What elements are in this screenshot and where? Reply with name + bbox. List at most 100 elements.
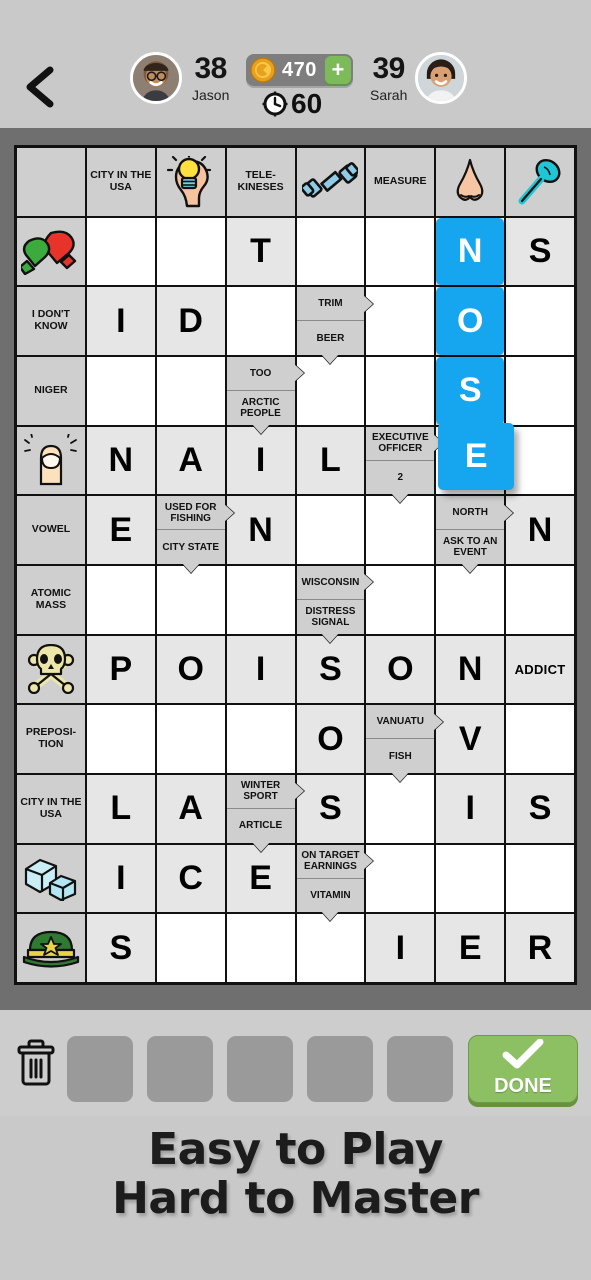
split-clue: USED FOR FISHING CITY STATE [156, 496, 234, 573]
grid-cell-r11-c3[interactable] [226, 914, 295, 982]
grid-cell-r11-c2[interactable] [156, 914, 225, 982]
grid-cell-r6-c5[interactable] [366, 565, 435, 634]
rack-slot-4[interactable] [307, 1036, 373, 1102]
crossword-grid[interactable]: CITY IN THE USA TELE-​KINESES MEASURE [14, 145, 577, 985]
trash-button[interactable] [14, 1038, 58, 1088]
grid-cell-r10-c2[interactable]: C [156, 844, 225, 913]
grid-cell-r11-c5[interactable]: I [366, 914, 435, 982]
grid-cell-r6-c6[interactable] [436, 565, 505, 634]
grid-cell-r1-c1[interactable] [86, 217, 155, 286]
grid-cell-r11-c4[interactable] [296, 914, 365, 982]
grid-cell-r4-c7[interactable] [506, 426, 574, 495]
grid-cell-r10-c7[interactable] [506, 844, 574, 913]
grid-cell-r8-c4[interactable]: O [296, 705, 365, 773]
grid-cell-r9-c5[interactable] [366, 774, 435, 843]
grid-cell-r5-c3[interactable]: N [226, 496, 295, 564]
grid-cell-r3-c6[interactable]: S [436, 356, 505, 425]
grid-cell-r3-c2[interactable] [156, 356, 225, 425]
grid-cell-r10-c6[interactable] [436, 844, 505, 913]
grid-cell-r4-c3[interactable]: I [226, 426, 295, 495]
coin-counter[interactable]: 470 + [246, 54, 353, 86]
grid-cell-r7-c2[interactable]: O [156, 635, 225, 704]
rack-slot-5[interactable] [387, 1036, 453, 1102]
back-button[interactable] [18, 62, 64, 112]
done-button[interactable]: DONE [468, 1035, 578, 1103]
rack-slot-1[interactable] [67, 1036, 133, 1102]
grid-cell-r0-c3: TELE-​KINESES [226, 148, 295, 216]
grid-cell-r11-c7[interactable]: R [506, 914, 574, 982]
grid-cell-r8-c2[interactable] [156, 705, 225, 773]
rack-slot-2[interactable] [147, 1036, 213, 1102]
grid-cell-r3-c1[interactable] [86, 356, 155, 425]
grid-cell-r3-c4[interactable] [296, 356, 365, 425]
grid-cell-r2-c6[interactable]: O [436, 287, 505, 355]
placed-letter-tile[interactable]: S [436, 356, 505, 425]
grid-cell-r2-c5[interactable] [366, 287, 435, 355]
grid-cell-r7-c6[interactable]: N [436, 635, 505, 704]
add-coins-button[interactable]: + [324, 56, 351, 84]
grid-cell-r7-c7[interactable]: ADDICT [506, 635, 574, 704]
grid-cell-r1-c2[interactable] [156, 217, 225, 286]
grid-cell-r8-c1[interactable] [86, 705, 155, 773]
clue-text: PREPOSI-​TION [25, 726, 77, 751]
grid-cell-r5-c5[interactable] [366, 496, 435, 564]
cell-letter: ADDICT [514, 661, 566, 677]
player-left[interactable]: 38 Jason [130, 52, 229, 104]
grid-cell-r8-c6[interactable]: V [436, 705, 505, 773]
grid-cell-r1-c3[interactable]: T [226, 217, 295, 286]
dumbbell-icon [297, 148, 365, 216]
grid-cell-r10-c3[interactable]: E [226, 844, 295, 913]
grid-cell-r7-c4[interactable]: S [296, 635, 365, 704]
grid-cell-r7-c1[interactable]: P [86, 635, 155, 704]
grid-cell-r9-c4[interactable]: S [296, 774, 365, 843]
grid-cell-r8-c7[interactable] [506, 705, 574, 773]
grid-cell-r6-c2[interactable] [156, 565, 225, 634]
rack-slot-3[interactable] [227, 1036, 293, 1102]
grid-cell-r1-c4[interactable] [296, 217, 365, 286]
grid-cell-r4-c2[interactable]: A [156, 426, 225, 495]
grid-cell-r4-c1[interactable]: N [86, 426, 155, 495]
clue-text-bottom: DISTRESS SIGNAL [296, 599, 365, 643]
grid-cell-r3-c5[interactable] [366, 356, 435, 425]
grid-cell-r5-c6: NORTH ASK TO AN EVENT [436, 496, 514, 573]
grid-cell-r4-c4[interactable]: L [296, 426, 365, 495]
placed-letter-tile[interactable]: O [436, 287, 505, 355]
grid-cell-r6-c1[interactable] [86, 565, 155, 634]
grid-cell-r11-c6[interactable]: E [436, 914, 505, 982]
grid-cell-r3-c7[interactable] [506, 356, 574, 425]
clue-text-bottom: ARCTIC PEOPLE [226, 390, 295, 434]
arrow-right-icon [363, 294, 374, 313]
grid-cell-r9-c6[interactable]: I [436, 774, 505, 843]
grid-cell-r9-c1[interactable]: L [86, 774, 155, 843]
grid-cell-r1-c6[interactable]: N [436, 217, 505, 286]
selected-letter-tile[interactable]: E [438, 422, 515, 491]
cell-letter: A [178, 440, 203, 479]
clue-text-bottom: CITY STATE [156, 530, 225, 573]
grid-cell-r2-c3[interactable] [226, 287, 295, 355]
grid-cell-r10-c1[interactable]: I [86, 844, 155, 913]
arrow-right-icon [293, 364, 304, 383]
grid-cell-r8-c3[interactable] [226, 705, 295, 773]
grid-cell-r11-c1[interactable]: S [86, 914, 155, 982]
player-right[interactable]: 39 Sarah [370, 52, 468, 104]
grid-cell-r7-c5[interactable]: O [366, 635, 435, 704]
grid-cell-r5-c7[interactable]: N [506, 496, 574, 564]
placed-letter-tile[interactable]: N [436, 217, 505, 286]
clue-text-top: TOO [226, 356, 304, 391]
split-clue: VANUATU FISH [366, 705, 444, 782]
grid-cell-r6-c3[interactable] [226, 565, 295, 634]
grid-cell-r2-c7[interactable] [506, 287, 574, 355]
grid-cell-r5-c1[interactable]: E [86, 496, 155, 564]
grid-cell-r6-c7[interactable] [506, 565, 574, 634]
grid-cell-r2-c1[interactable]: I [86, 287, 155, 355]
grid-cell-r4-c6[interactable]: E [436, 422, 515, 495]
grid-cell-r10-c5[interactable] [366, 844, 435, 913]
grid-cell-r1-c5[interactable] [366, 217, 435, 286]
grid-cell-r1-c7[interactable]: S [506, 217, 574, 286]
grid-cell-r9-c2[interactable]: A [156, 774, 225, 843]
cell-letter: A [178, 789, 203, 828]
grid-cell-r5-c4[interactable] [296, 496, 365, 564]
grid-cell-r2-c2[interactable]: D [156, 287, 225, 355]
grid-cell-r9-c7[interactable]: S [506, 774, 574, 843]
grid-cell-r7-c3[interactable]: I [226, 635, 295, 704]
